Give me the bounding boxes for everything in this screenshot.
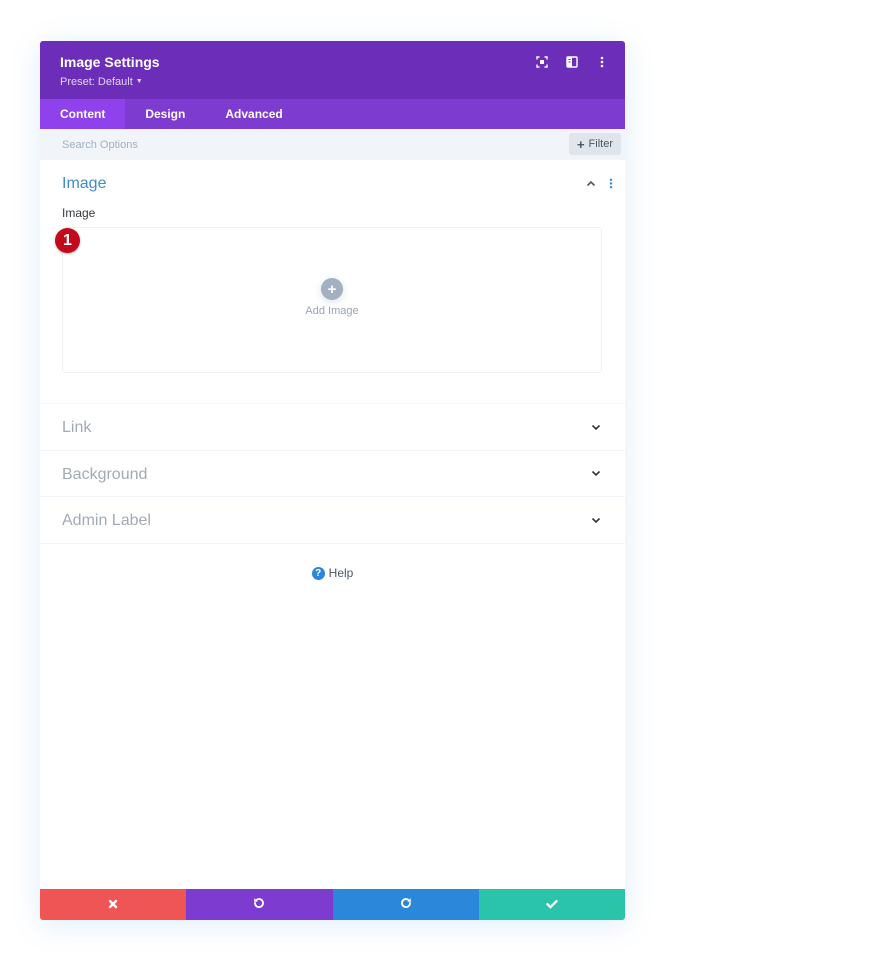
tab-content[interactable]: Content — [40, 99, 126, 129]
filter-label: Filter — [588, 138, 613, 150]
section-image: Image Image 1 + Add Image — [40, 160, 625, 404]
close-icon — [108, 896, 118, 914]
section-link-title: Link — [62, 419, 92, 436]
settings-modal: Image Settings Preset: Default ▼ Content… — [40, 41, 625, 920]
image-upload-area[interactable]: 1 + Add Image — [55, 227, 602, 373]
more-vertical-icon[interactable] — [605, 176, 617, 190]
add-image-label: Add Image — [305, 305, 359, 317]
chevron-down-icon — [589, 421, 603, 433]
redo-button[interactable] — [332, 889, 479, 920]
screenshot-icon[interactable] — [533, 55, 551, 69]
add-image-button[interactable]: + Add Image — [63, 278, 601, 317]
plus-icon: + — [321, 278, 343, 300]
chevron-up-icon[interactable] — [585, 176, 597, 190]
section-background[interactable]: Background — [40, 451, 625, 497]
discard-button[interactable] — [40, 889, 187, 920]
preset-dropdown[interactable]: Preset: Default ▼ — [60, 75, 143, 89]
check-icon — [546, 896, 558, 914]
header-actions — [533, 55, 611, 69]
split-view-icon[interactable] — [563, 55, 581, 69]
image-field-label: Image — [62, 206, 96, 220]
save-button[interactable] — [478, 889, 625, 920]
search-input[interactable] — [40, 129, 560, 160]
section-image-controls — [585, 176, 617, 190]
preset-label: Preset: Default — [60, 76, 133, 88]
caret-down-icon: ▼ — [135, 78, 143, 85]
modal-header: Image Settings Preset: Default ▼ — [40, 41, 625, 99]
tab-bar: Content Design Advanced — [40, 99, 625, 129]
tab-design[interactable]: Design — [125, 99, 205, 129]
help-link[interactable]: ? Help — [40, 566, 625, 580]
section-admin-label[interactable]: Admin Label — [40, 497, 625, 544]
step-badge: 1 — [55, 228, 80, 253]
redo-icon — [400, 896, 412, 914]
tab-advanced[interactable]: Advanced — [205, 99, 302, 129]
filter-button[interactable]: + Filter — [568, 133, 621, 155]
undo-button[interactable] — [186, 889, 333, 920]
help-label: Help — [328, 566, 354, 580]
more-vertical-icon[interactable] — [593, 55, 611, 69]
section-background-title: Background — [62, 465, 148, 483]
chevron-down-icon — [589, 468, 603, 480]
section-image-title[interactable]: Image — [62, 160, 603, 194]
chevron-down-icon — [589, 514, 603, 526]
help-icon: ? — [311, 566, 325, 580]
undo-icon — [253, 896, 265, 914]
modal-title: Image Settings — [60, 54, 160, 70]
section-link[interactable]: Link — [40, 404, 625, 451]
section-admin-label-title: Admin Label — [62, 512, 151, 529]
search-bar: + Filter — [40, 129, 625, 160]
footer-actions — [40, 889, 625, 920]
plus-icon: + — [576, 136, 585, 152]
